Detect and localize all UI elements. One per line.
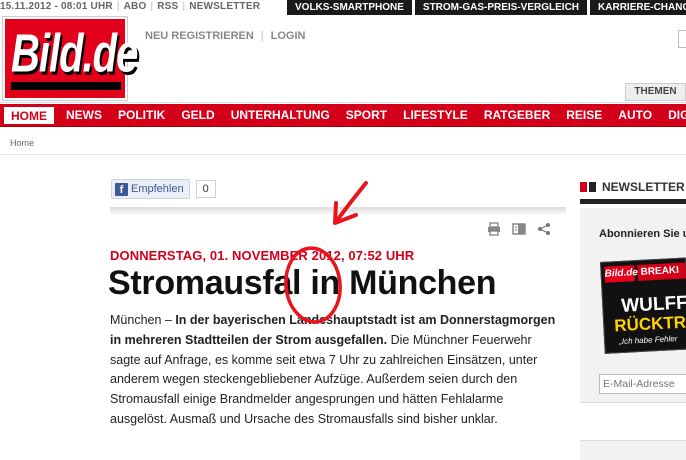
article-dateline: DONNERSTAG, 01. NOVEMBER 2012, 07:52 UHR [110,248,415,263]
share-icon[interactable] [537,222,551,236]
newsletter-promo-image[interactable]: Bild.de BREAKI WULFF RÜCKTRIT „Ich habe … [600,257,686,354]
promo-badge: BREAKI [637,261,686,282]
breadcrumb-divider [0,154,686,155]
themen-button[interactable]: THEMEN [625,83,686,101]
print-icon[interactable] [487,222,501,236]
site-header: Bild.de NEU REGISTRIEREN | LOGIN THEMEN [0,15,686,103]
logo-underline [11,82,121,90]
facebook-like-button[interactable]: f Empfehlen [111,179,190,199]
newsletter-title: NEWSLETTER [602,180,685,194]
register-link[interactable]: NEU REGISTRIEREN [145,30,254,42]
facebook-icon: f [115,182,128,196]
nav-item-news[interactable]: NEWS [58,104,110,127]
nav-item-ratgeber[interactable]: RATGEBER [476,104,558,127]
nav-item-auto[interactable]: AUTO [610,104,660,127]
newsletter-link[interactable]: NEWSLETTER [189,1,260,12]
promo-line-3: „Ich habe Fehler [618,334,678,347]
rss-link[interactable]: RSS [157,1,178,12]
bookmark-icon[interactable] [512,222,526,236]
newsletter-rule [580,199,686,204]
login-link[interactable]: LOGIN [271,30,306,42]
bild-logo[interactable]: Bild.de [3,17,138,100]
promo-link-strom-gas[interactable]: STROM-GAS-PREIS-VERGLEICH [414,0,588,15]
like-count: 0 [195,180,216,198]
main-navigation: HOME NEWS POLITIK GELD UNTERHALTUNG SPOR… [0,104,686,127]
promo-links: VOLKS-SMARTPHONE STROM-GAS-PREIS-VERGLEI… [287,0,686,15]
promo-link-karriere[interactable]: KARRIERE-CHANCEN [590,0,686,15]
top-utility-left: 15.11.2012 - 08:01 UHR | ABO | RSS | NEWSLETTE… [0,1,261,12]
nav-item-politik[interactable]: POLITIK [110,104,173,127]
breadcrumb[interactable]: Home [10,138,34,148]
newsletter-email-field[interactable] [599,374,686,394]
nav-item-geld[interactable]: GELD [173,104,222,127]
article-location: München – [110,313,176,327]
facebook-like-widget: f Empfehlen 0 [111,179,216,199]
sidebar-next-panel [580,440,686,460]
abo-link[interactable]: ABO [124,1,147,12]
promo-line-2: RÜCKTRIT [613,311,686,336]
nav-item-sport[interactable]: SPORT [338,104,395,127]
promo-link-volks-smartphone[interactable]: VOLKS-SMARTPHONE [287,0,412,15]
article-tools [487,222,551,236]
newsletter-heading: NEWSLETTER [580,180,685,194]
nav-item-home[interactable]: HOME [4,107,54,124]
current-date: 15.11.2012 - 08:01 UHR [0,1,113,12]
newsletter-heading-marker [580,182,596,192]
nav-item-unterhaltung[interactable]: UNTERHALTUNG [223,104,338,127]
search-input[interactable] [678,30,686,48]
article-top-rule [110,207,566,214]
article-body: München – In der bayerischen Landeshaupt… [110,311,560,430]
nav-item-lifestyle[interactable]: LIFESTYLE [395,104,476,127]
top-utility-bar: 15.11.2012 - 08:01 UHR | ABO | RSS | NEWSLETTE… [0,0,686,15]
like-label: Empfehlen [131,183,184,195]
annotation-arrow-icon [334,181,368,224]
logo-wordmark: Bild.de [11,24,138,84]
nav-item-reise[interactable]: REISE [558,104,610,127]
account-links: NEU REGISTRIEREN | LOGIN [145,30,306,42]
article-headline: Stromausfal in München [108,264,497,302]
newsletter-subscribe-text: Abonnieren Sie u [599,228,686,240]
nav-item-digital[interactable]: DIGITAL [660,104,686,127]
promo-logo: Bild.de [604,265,638,283]
